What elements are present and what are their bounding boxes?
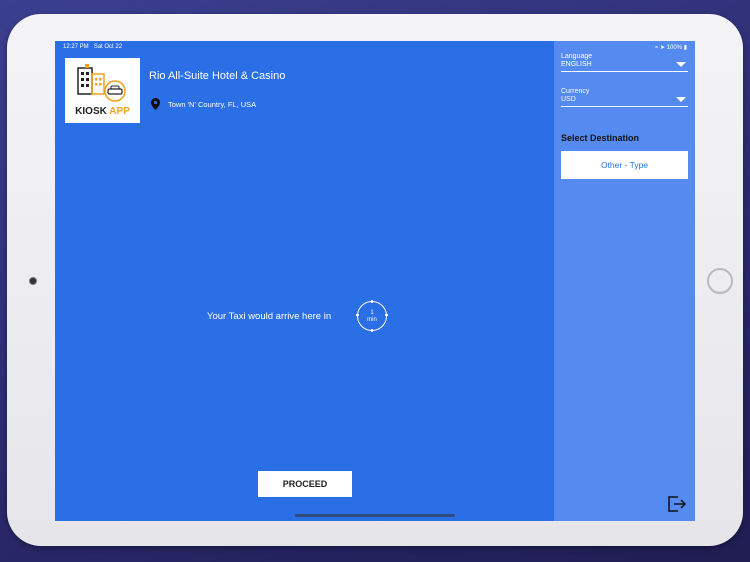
proceed-button[interactable]: PROCEED (258, 471, 352, 497)
language-value-row[interactable]: ENGLISH (561, 61, 688, 72)
home-indicator (295, 514, 455, 517)
language-value: ENGLISH (561, 61, 592, 68)
language-label: Language (561, 53, 593, 60)
timer-tick (371, 300, 373, 303)
other-type-button[interactable]: Other - Type (561, 151, 688, 179)
currency-select[interactable]: Currency USD (561, 88, 688, 107)
camera (29, 277, 37, 285)
timer-tick (385, 314, 388, 316)
app-screen: KIOSK APP Rio All-Suite Hotel & Casino T… (55, 41, 695, 521)
settings-sidebar: Language ENGLISH Currency USD Select Des… (554, 41, 695, 521)
currency-value-row[interactable]: USD (561, 96, 688, 107)
logout-icon[interactable] (667, 496, 687, 512)
select-destination-title: Select Destination (561, 133, 640, 143)
currency-label: Currency (561, 88, 590, 95)
timer-minutes: 1 (370, 310, 374, 316)
status-time: 12:27 PM (63, 44, 89, 50)
currency-value: USD (561, 96, 576, 103)
chevron-down-icon (676, 62, 686, 67)
hotel-name: Rio All-Suite Hotel & Casino (149, 70, 286, 82)
chevron-down-icon (676, 97, 686, 102)
taxi-arrival-text: Your Taxi would arrive here in (207, 311, 332, 322)
kiosk-app-logo: KIOSK APP (65, 58, 140, 123)
hotel-location: Town 'N' Country, FL, USA (151, 98, 256, 110)
timer-tick (371, 329, 373, 332)
battery-percent: 100% (666, 45, 683, 51)
wifi-icon: ≈ (654, 45, 659, 51)
main-panel: KIOSK APP Rio All-Suite Hotel & Casino T… (55, 41, 554, 521)
language-select[interactable]: Language ENGLISH (561, 53, 688, 72)
status-date: Sat Oct 22 (93, 44, 123, 50)
timer-unit: min (367, 317, 377, 323)
location-arrow-icon: ➤ (659, 45, 665, 51)
arrival-timer: 1 min (356, 300, 388, 332)
timer-tick (356, 314, 359, 316)
logo-text: KIOSK APP (65, 106, 140, 117)
status-time-date: 12:27 PM Sat Oct 22 (63, 44, 122, 50)
location-pin-icon (151, 98, 160, 110)
logo-kiosk-text: KIOSK (75, 106, 107, 117)
location-text: Town 'N' Country, FL, USA (168, 99, 257, 109)
status-right: ≈ ➤ 100% ▮ (655, 44, 687, 51)
status-bar: 12:27 PM Sat Oct 22 ≈ ➤ 100% ▮ (55, 41, 695, 53)
logo-app-text: APP (109, 106, 130, 117)
home-button[interactable] (707, 268, 733, 294)
battery-icon: ▮ (683, 45, 687, 51)
